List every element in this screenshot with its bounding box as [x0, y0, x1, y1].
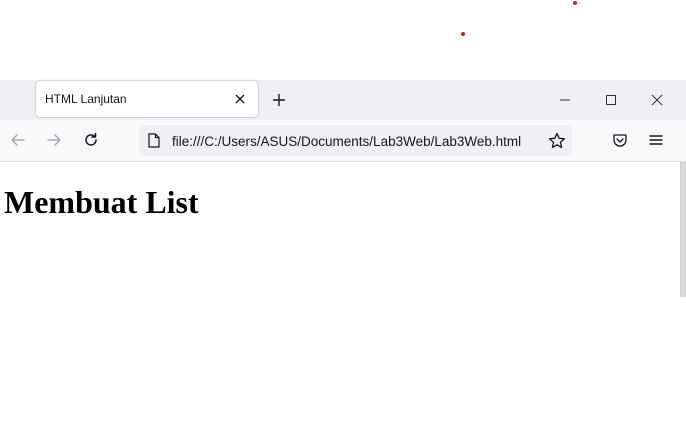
minimize-icon[interactable]	[552, 87, 578, 113]
page-heading: Membuat List	[4, 184, 199, 220]
maximize-icon[interactable]	[598, 87, 624, 113]
page-icon	[148, 133, 162, 149]
pocket-icon[interactable]	[608, 128, 632, 152]
plus-icon[interactable]	[268, 89, 290, 111]
tab-html-lanjutan[interactable]: HTML Lanjutan	[36, 81, 258, 117]
star-icon[interactable]	[548, 132, 566, 150]
tab-strip: HTML Lanjutan	[0, 80, 686, 120]
tab-title: HTML Lanjutan	[45, 92, 127, 106]
reload-icon[interactable]	[79, 128, 103, 152]
vertical-scrollbar[interactable]	[680, 162, 686, 297]
address-bar[interactable]: file:///C:/Users/ASUS/Documents/Lab3Web/…	[139, 125, 572, 156]
arrow-left-icon[interactable]	[6, 128, 30, 152]
page-content: Membuat List	[0, 162, 681, 446]
url-text[interactable]: file:///C:/Users/ASUS/Documents/Lab3Web/…	[172, 134, 521, 149]
marker-dot	[461, 32, 465, 36]
hamburger-icon[interactable]	[644, 128, 668, 152]
navigation-toolbar: file:///C:/Users/ASUS/Documents/Lab3Web/…	[0, 120, 686, 162]
close-icon[interactable]	[644, 87, 670, 113]
browser-window: HTML Lanjutan file:///C:/Users/ASUS/Docu…	[0, 80, 686, 446]
marker-dot	[573, 1, 577, 5]
close-icon[interactable]	[230, 89, 250, 109]
arrow-right-icon[interactable]	[42, 128, 66, 152]
